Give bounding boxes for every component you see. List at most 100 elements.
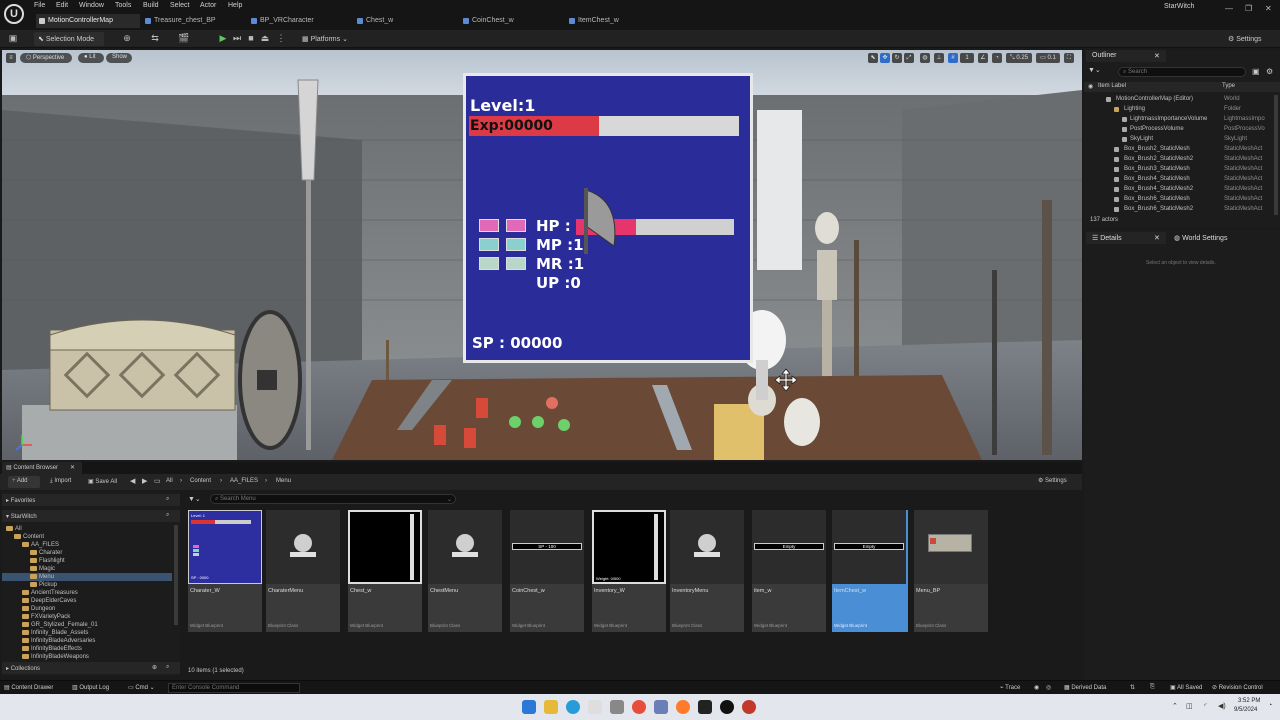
content-browser-tab[interactable]: ▤ Content Browser ✕ bbox=[2, 462, 82, 474]
recorder-icon[interactable] bbox=[742, 700, 756, 714]
cb-settings-button[interactable]: ⚙ Settings bbox=[1038, 477, 1067, 484]
menu-select[interactable]: Select bbox=[170, 2, 189, 9]
breadcrumb-aa-files[interactable]: AA_FILES bbox=[230, 478, 258, 484]
tree-item-gr-stylized-female[interactable]: GR_Stylized_Female_01 bbox=[2, 621, 172, 629]
tree-item-all[interactable]: All bbox=[2, 525, 172, 533]
outliner-row[interactable]: SkyLight SkyLight bbox=[1084, 135, 1280, 145]
tree-item-deep-elder-caves[interactable]: DeepElderCaves bbox=[2, 597, 172, 605]
rotation-snap-icon[interactable]: ∠ bbox=[978, 53, 988, 63]
edge-icon[interactable] bbox=[566, 700, 580, 714]
perspective-button[interactable]: ⬡ Perspective bbox=[20, 53, 72, 63]
tree-item-infinity-blade-adversaries[interactable]: InfinityBladeAdversaries bbox=[2, 637, 172, 645]
tray-chevron-icon[interactable]: ⌃ bbox=[1172, 702, 1178, 710]
outliner-row[interactable]: PostProcessVolume PostProcessVo bbox=[1084, 125, 1280, 135]
translate-tool-icon[interactable]: ✥ bbox=[880, 53, 890, 63]
asset-tile[interactable]: InventoryMenu Blueprint Class bbox=[670, 510, 744, 632]
tab-motion-controller-map[interactable]: MotionControllerMap bbox=[36, 14, 140, 28]
world-settings-tab[interactable]: ◍ World Settings bbox=[1168, 232, 1248, 244]
settings-button[interactable]: ⚙ Settings bbox=[1224, 32, 1266, 46]
menu-tools[interactable]: Tools bbox=[115, 2, 131, 9]
outliner-row[interactable]: Box_Brush4_StaticMesh2 StaticMeshAct bbox=[1084, 185, 1280, 195]
tree-scrollbar[interactable] bbox=[174, 525, 178, 625]
trace-button[interactable]: ⌁ Trace bbox=[1000, 684, 1020, 691]
notification-icon[interactable]: ⎘ bbox=[1150, 684, 1155, 691]
add-actor-icon[interactable]: ⊕ bbox=[122, 33, 132, 43]
wifi-icon[interactable]: ◜ bbox=[1204, 702, 1207, 710]
calculator-icon[interactable] bbox=[654, 700, 668, 714]
cmd-dropdown[interactable]: ▭ Cmd ⌄ bbox=[128, 684, 155, 691]
outliner-row[interactable]: Box_Brush2_StaticMesh2 StaticMeshAct bbox=[1084, 155, 1280, 165]
forward-icon[interactable]: ▶ bbox=[142, 477, 147, 485]
asset-tile[interactable]: SP - 100 CoinChest_w Widget Blueprint bbox=[510, 510, 584, 632]
rotate-tool-icon[interactable]: ↻ bbox=[892, 53, 902, 63]
tab-chest-w[interactable]: Chest_w bbox=[354, 14, 458, 28]
eject-icon[interactable]: ⏏ bbox=[260, 33, 270, 43]
breadcrumb-all[interactable]: All bbox=[166, 478, 173, 484]
viewport-menu-icon[interactable]: ≡ bbox=[6, 53, 16, 63]
menu-build[interactable]: Build bbox=[143, 2, 159, 9]
level-viewport[interactable]: ≡ ⬡ Perspective ● Lit Show ⬉ ✥ ↻ ⤢ ◍ ⊥ #… bbox=[2, 50, 1082, 460]
chrome-icon[interactable] bbox=[632, 700, 646, 714]
tree-item-infinity-blade-assets[interactable]: Infinity_Blade_Assets bbox=[2, 629, 172, 637]
outliner-row[interactable]: Box_Brush6_StaticMesh StaticMeshAct bbox=[1084, 195, 1280, 205]
menu-window[interactable]: Window bbox=[79, 2, 104, 9]
network-icon[interactable]: ◫ bbox=[1186, 702, 1193, 710]
asset-tile[interactable]: Chest_w Widget Blueprint bbox=[348, 510, 422, 632]
breadcrumb-menu[interactable]: Menu bbox=[276, 478, 291, 484]
camera-speed-value[interactable]: ▭ 0.1 bbox=[1036, 53, 1060, 63]
asset-tile[interactable]: CharaterMenu Blueprint Class bbox=[266, 510, 340, 632]
breadcrumb-content[interactable]: Content bbox=[190, 478, 211, 484]
outliner-search-input[interactable]: ⌕ Search bbox=[1118, 67, 1246, 77]
outliner-row[interactable]: LightmassImportanceVolume LightmassImpo bbox=[1084, 115, 1280, 125]
outliner-row[interactable]: Box_Brush3_StaticMesh StaticMeshAct bbox=[1084, 165, 1280, 175]
menu-file[interactable]: File bbox=[34, 2, 45, 9]
outliner-row[interactable]: Lighting Folder bbox=[1084, 105, 1280, 115]
import-button[interactable]: ⤓ Import bbox=[50, 478, 71, 485]
show-button[interactable]: Show bbox=[106, 53, 132, 63]
search-icon[interactable]: ⌕ bbox=[166, 664, 169, 671]
project-header[interactable]: ▾ StarWitch ⌕ bbox=[2, 510, 180, 522]
blueprint-menu-icon[interactable]: ⇆ bbox=[150, 33, 160, 43]
minimize-icon[interactable]: — bbox=[1225, 4, 1233, 13]
file-explorer-icon[interactable] bbox=[544, 700, 558, 714]
outliner-row[interactable]: Box_Brush2_StaticMesh StaticMeshAct bbox=[1084, 145, 1280, 155]
maximize-viewport-icon[interactable]: ⛶ bbox=[1064, 53, 1074, 63]
selection-mode-dropdown[interactable]: ⬉ Selection Mode bbox=[34, 32, 104, 46]
grid-snap-value[interactable]: 1 bbox=[960, 53, 974, 63]
revision-control-button[interactable]: ⊘ Revision Control bbox=[1212, 684, 1263, 691]
console-input[interactable]: Enter Console Command bbox=[168, 683, 300, 693]
tree-item-pickup[interactable]: Pickup bbox=[2, 581, 172, 589]
tree-item-content[interactable]: Content bbox=[2, 533, 172, 541]
add-collection-icon[interactable]: ⊕ bbox=[152, 664, 157, 671]
tree-item-fx-variety-pack[interactable]: FXVarietyPack bbox=[2, 613, 172, 621]
maximize-icon[interactable]: ❐ bbox=[1245, 4, 1252, 13]
search-icon[interactable]: ⌕ bbox=[166, 512, 169, 519]
output-log-button[interactable]: ▥ Output Log bbox=[72, 684, 109, 691]
platforms-dropdown[interactable]: ▦ Platforms ⌄ bbox=[298, 32, 352, 46]
search-icon[interactable]: ⌕ bbox=[166, 496, 169, 503]
tree-item-menu[interactable]: Menu bbox=[2, 573, 172, 581]
outliner-row[interactable]: Box_Brush6_StaticMesh2 StaticMeshAct bbox=[1084, 205, 1280, 215]
collections-header[interactable]: ▸ Collections ⊕ ⌕ bbox=[2, 662, 180, 674]
scale-tool-icon[interactable]: ⤢ bbox=[904, 53, 914, 63]
derived-data-button[interactable]: ▦ Derived Data bbox=[1064, 684, 1106, 691]
play-icon[interactable]: ▶ bbox=[218, 33, 228, 43]
grid-snap-icon[interactable]: # bbox=[948, 53, 958, 63]
angle-snap-icon[interactable]: ◔ bbox=[992, 53, 1002, 63]
save-icon[interactable]: ▣ bbox=[8, 33, 18, 43]
tab-bp-vrcharacter[interactable]: BP_VRCharacter bbox=[248, 14, 352, 28]
tree-item-infinity-blade-weapons[interactable]: InfinityBladeWeapons bbox=[2, 653, 172, 661]
tree-item-flashlight[interactable]: Flashlight bbox=[2, 557, 172, 565]
camera-app-icon[interactable] bbox=[610, 700, 624, 714]
add-folder-icon[interactable]: ▣ bbox=[1252, 67, 1260, 76]
select-tool-icon[interactable]: ⬉ bbox=[868, 53, 878, 63]
tree-item-charater[interactable]: Charater bbox=[2, 549, 172, 557]
tree-item-dungeon[interactable]: Dungeon bbox=[2, 605, 172, 613]
save-all-button[interactable]: ▣ Save All bbox=[88, 478, 117, 485]
firefox-icon[interactable] bbox=[676, 700, 690, 714]
source-control-icon[interactable]: ⇅ bbox=[1130, 684, 1135, 691]
record-icon[interactable]: ◉ bbox=[1034, 684, 1039, 691]
tree-item-infinity-blade-effects[interactable]: InfinityBladeEffects bbox=[2, 645, 172, 653]
scale-snap-value[interactable]: ⤡ 0.25 bbox=[1006, 53, 1032, 63]
details-tab[interactable]: ☰ Details ✕ bbox=[1086, 232, 1166, 244]
